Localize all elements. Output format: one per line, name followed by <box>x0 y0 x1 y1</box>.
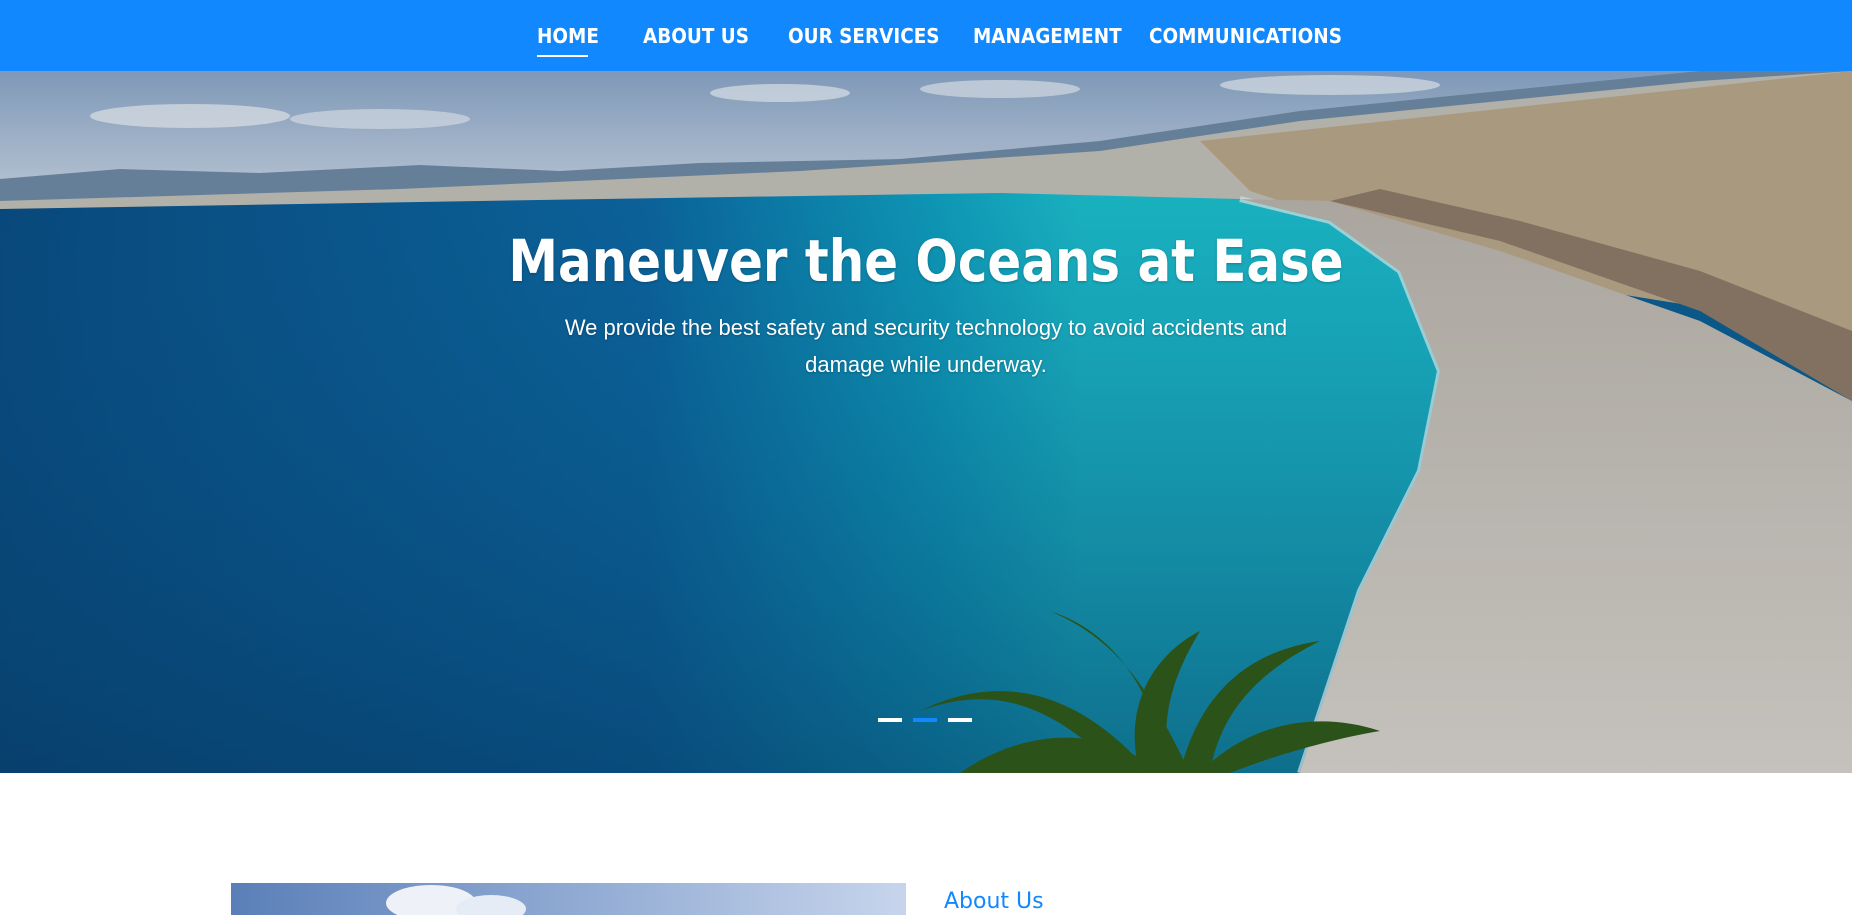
nav-item-communications[interactable]: COMMUNICATIONS <box>1149 22 1342 50</box>
nav-menu: HOME ABOUT US OUR SERVICES MANAGEMENT CO… <box>0 0 1852 71</box>
active-nav-underline <box>537 55 588 57</box>
hero-background-image <box>0 71 1852 773</box>
hero-title: Maneuver the Oceans at Ease <box>508 227 1344 295</box>
nav-item-management[interactable]: MANAGEMENT <box>973 22 1122 50</box>
about-image <box>231 883 906 915</box>
carousel-indicator-2[interactable] <box>913 718 937 722</box>
carousel-indicator-3[interactable] <box>948 718 972 722</box>
about-heading: About Us <box>944 889 1044 914</box>
about-image-sky <box>231 883 906 915</box>
nav-item-home[interactable]: HOME <box>537 22 599 50</box>
hero-subtitle: We provide the best safety and security … <box>564 315 1288 377</box>
nav-item-our-services[interactable]: OUR SERVICES <box>788 22 940 50</box>
hero-carousel: Maneuver the Oceans at Ease We provide t… <box>0 71 1852 773</box>
top-navbar: HOME ABOUT US OUR SERVICES MANAGEMENT CO… <box>0 0 1852 71</box>
nav-item-about-us[interactable]: ABOUT US <box>643 22 749 50</box>
carousel-indicator-1[interactable] <box>878 718 902 722</box>
